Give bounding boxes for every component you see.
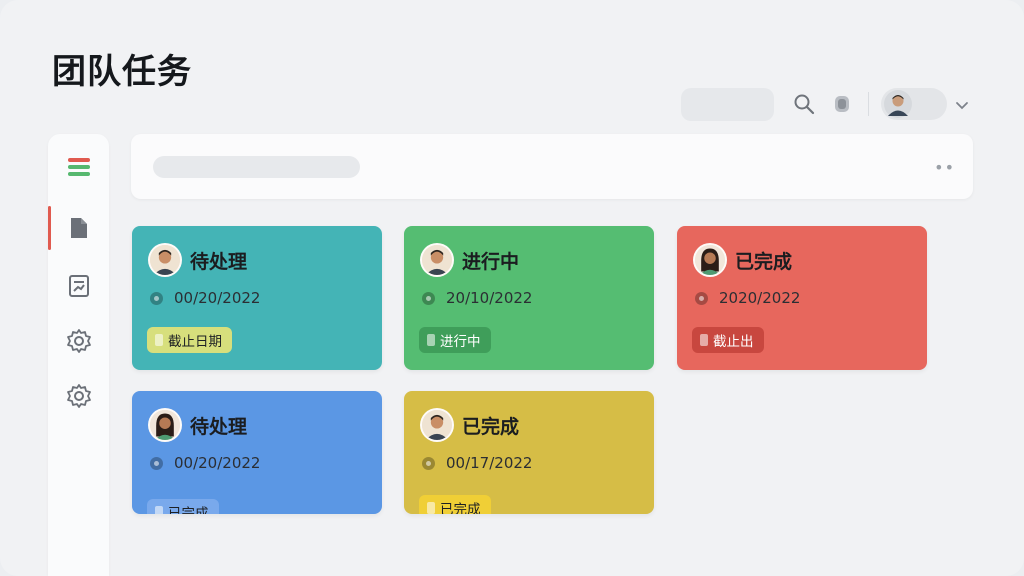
assignee-avatar bbox=[420, 243, 454, 277]
status-badge[interactable]: 已完成 bbox=[419, 495, 491, 514]
calendar-icon bbox=[149, 456, 164, 471]
calendar-icon bbox=[149, 291, 164, 306]
status-badge[interactable]: 已完成 bbox=[147, 499, 219, 514]
sidebar-item-settings[interactable] bbox=[48, 317, 109, 365]
assignee-avatar bbox=[148, 243, 182, 277]
assignee-avatar bbox=[693, 243, 727, 277]
user-avatar[interactable] bbox=[884, 90, 912, 118]
menu-icon[interactable] bbox=[48, 143, 109, 191]
bell-icon[interactable] bbox=[830, 92, 854, 116]
task-card[interactable]: 进行中 20/10/2022 进行中 bbox=[404, 226, 654, 370]
status-badge[interactable]: 截止出 bbox=[692, 327, 764, 353]
calendar-icon bbox=[421, 291, 436, 306]
task-card[interactable]: 已完成 00/17/2022 已完成 bbox=[404, 391, 654, 514]
task-status: 已完成 bbox=[462, 416, 520, 438]
assignee-avatar bbox=[148, 408, 182, 442]
search-input[interactable] bbox=[153, 156, 360, 178]
task-card[interactable]: 已完成 2020/2022 截止出 bbox=[677, 226, 927, 370]
badge-label: 已完成 bbox=[440, 502, 481, 514]
status-badge[interactable]: 截止日期 bbox=[147, 327, 232, 353]
badge-icon bbox=[700, 334, 708, 346]
search-icon[interactable] bbox=[792, 92, 816, 116]
task-card[interactable]: 待处理 00/20/2022 截止日期 bbox=[132, 226, 382, 370]
assignee-avatar bbox=[420, 408, 454, 442]
calendar-icon bbox=[421, 456, 436, 471]
task-due-date: 2020/2022 bbox=[719, 289, 801, 307]
badge-icon bbox=[155, 506, 163, 514]
document-icon bbox=[70, 218, 87, 238]
report-icon bbox=[68, 275, 89, 297]
sidebar-item-reports[interactable] bbox=[48, 262, 109, 310]
settings-icon bbox=[66, 329, 91, 353]
task-status: 进行中 bbox=[462, 251, 520, 273]
settings-icon bbox=[66, 384, 91, 408]
badge-label: 截止出 bbox=[713, 334, 754, 350]
badge-label: 已完成 bbox=[168, 506, 209, 514]
sidebar bbox=[48, 134, 109, 576]
chevron-down-icon[interactable] bbox=[953, 96, 971, 114]
task-status: 已完成 bbox=[735, 251, 793, 273]
sidebar-item-documents[interactable] bbox=[48, 204, 109, 252]
task-due-date: 00/17/2022 bbox=[446, 454, 533, 472]
sidebar-item-settings-2[interactable] bbox=[48, 372, 109, 420]
badge-icon bbox=[155, 334, 163, 346]
task-due-date: 00/20/2022 bbox=[174, 454, 261, 472]
badge-label: 截止日期 bbox=[168, 334, 222, 350]
badge-icon bbox=[427, 502, 435, 514]
task-card[interactable]: 待处理 00/20/2022 已完成 bbox=[132, 391, 382, 514]
app-window: 团队任务 •• 待处理 00/20/2022 截止日期 进行中 20/10/20… bbox=[0, 0, 1024, 576]
search-bar: •• bbox=[131, 134, 973, 199]
status-badge[interactable]: 进行中 bbox=[419, 327, 491, 353]
badge-icon bbox=[427, 334, 435, 346]
task-status: 待处理 bbox=[190, 416, 248, 438]
task-due-date: 00/20/2022 bbox=[174, 289, 261, 307]
task-due-date: 20/10/2022 bbox=[446, 289, 533, 307]
page-title: 团队任务 bbox=[52, 52, 192, 92]
task-status: 待处理 bbox=[190, 251, 248, 273]
toolbar-placeholder[interactable] bbox=[681, 88, 774, 121]
more-options-icon[interactable]: •• bbox=[934, 158, 955, 177]
badge-label: 进行中 bbox=[440, 334, 481, 350]
calendar-icon bbox=[694, 291, 709, 306]
toolbar-divider bbox=[868, 92, 869, 116]
